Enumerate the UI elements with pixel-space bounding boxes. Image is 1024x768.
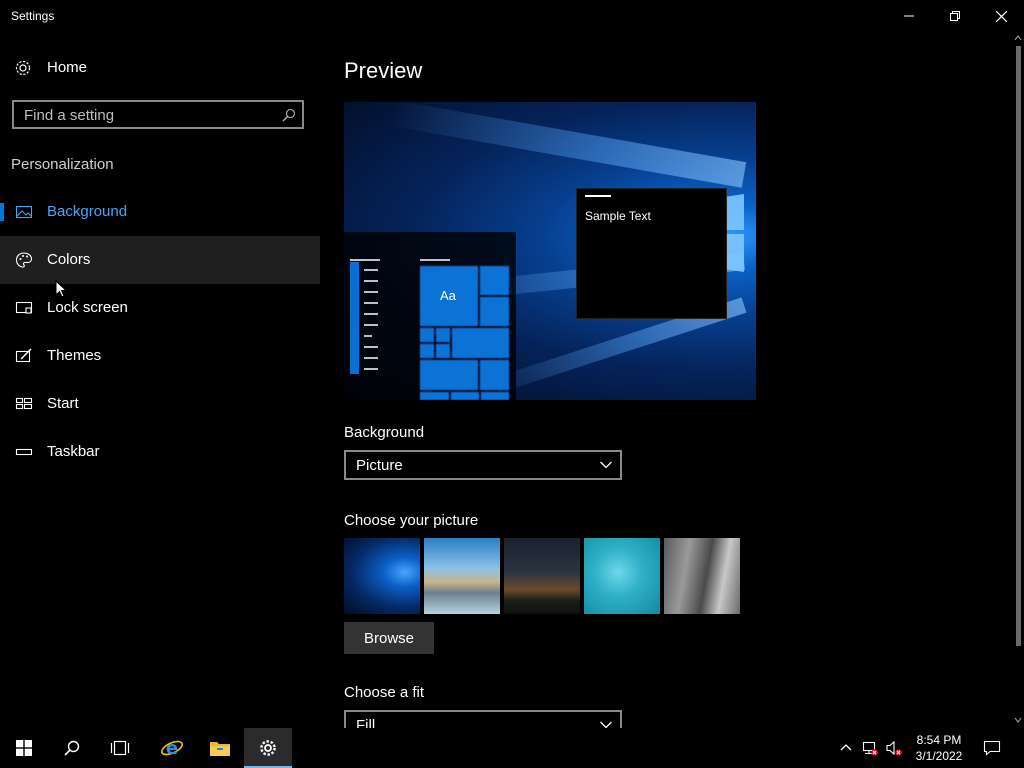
preview-sample-text: Sample Text: [585, 209, 651, 223]
restore-button[interactable]: [932, 0, 978, 32]
sidebar-item-label: Colors: [47, 251, 91, 268]
gear-icon: [15, 60, 31, 76]
search-icon: [64, 740, 80, 756]
browse-button[interactable]: Browse: [344, 622, 434, 654]
themes-icon: [15, 348, 32, 363]
background-preview: Aa Sample Text: [344, 102, 756, 400]
main-content: Preview Aa Sample Text Background Pictur…: [320, 32, 1010, 728]
scrollbar-thumb[interactable]: [1016, 46, 1021, 646]
picture-thumbnail[interactable]: [664, 538, 740, 614]
settings-icon: [260, 740, 276, 756]
background-dropdown-value: Picture: [356, 457, 403, 474]
restore-icon: [950, 11, 960, 21]
volume-muted-icon[interactable]: [886, 740, 902, 756]
search-button[interactable]: [48, 728, 96, 768]
title-bar: Settings: [0, 0, 1024, 32]
background-label: Background: [344, 424, 425, 441]
picture-thumbnail[interactable]: [344, 538, 420, 614]
picture-thumbnail[interactable]: [424, 538, 500, 614]
lock-screen-icon: [15, 301, 33, 314]
sidebar-item-label: Background: [47, 203, 128, 220]
sidebar-item-label: Start: [47, 395, 79, 412]
background-dropdown[interactable]: Picture: [344, 450, 622, 480]
taskbar-icon: [15, 448, 33, 456]
chevron-up-icon[interactable]: [838, 740, 854, 756]
action-center-icon[interactable]: [983, 739, 1001, 757]
home-link[interactable]: Home: [0, 52, 320, 84]
sidebar-item-label: Themes: [47, 347, 102, 364]
mouse-cursor-icon: [55, 280, 67, 298]
network-icon[interactable]: [862, 740, 878, 756]
scrollbar[interactable]: [1012, 32, 1024, 728]
minimize-button[interactable]: [886, 0, 932, 32]
sidebar-item-colors[interactable]: Colors: [0, 236, 320, 284]
preview-start-menu: Aa: [344, 232, 516, 400]
chevron-down-icon: [600, 461, 612, 469]
sidebar-item-start[interactable]: Start: [0, 380, 320, 428]
fit-dropdown-value: Fill: [356, 717, 376, 728]
clock-date: 3/1/2022: [915, 749, 963, 763]
internet-explorer-button[interactable]: e: [148, 728, 196, 768]
task-view-button[interactable]: [96, 728, 144, 768]
start-icon: [15, 397, 33, 410]
file-explorer-icon: [210, 742, 230, 756]
preview-start-tiles: [350, 259, 510, 400]
settings-taskbar-button[interactable]: [244, 728, 292, 768]
file-explorer-button[interactable]: [196, 728, 244, 768]
sidebar-item-label: Taskbar: [47, 443, 100, 460]
preview-window: Sample Text: [576, 188, 727, 319]
search-input[interactable]: Find a setting: [12, 100, 304, 129]
start-button[interactable]: [0, 728, 48, 768]
clock-time: 8:54 PM: [916, 733, 962, 747]
palette-icon: [15, 252, 33, 268]
svg-text:e: e: [166, 738, 178, 759]
window-title: Settings: [11, 9, 55, 23]
taskbar: e 8:54 PM 3/1/2022: [0, 728, 1024, 768]
picture-thumbnail[interactable]: [504, 538, 580, 614]
sidebar-item-label: Lock screen: [47, 299, 128, 316]
sidebar-item-themes[interactable]: Themes: [0, 332, 320, 380]
page-title: Preview: [344, 58, 423, 83]
close-button[interactable]: [978, 0, 1024, 32]
internet-explorer-icon: e: [161, 738, 183, 759]
preview-tile-text: Aa: [440, 288, 456, 303]
chevron-down-icon: [600, 721, 612, 728]
close-icon: [995, 10, 1007, 22]
taskbar-clock[interactable]: 8:54 PM 3/1/2022: [907, 732, 971, 764]
sidebar-item-lock-screen[interactable]: Lock screen: [0, 284, 320, 332]
sidebar-item-background[interactable]: Background: [0, 188, 320, 236]
scroll-down-icon[interactable]: [1014, 716, 1022, 724]
selection-indicator: [0, 203, 4, 221]
section-title: Personalization: [11, 156, 114, 173]
picture-icon: [15, 205, 33, 219]
home-label: Home: [47, 59, 88, 76]
sidebar: Home Find a setting Personalization Back…: [0, 32, 320, 728]
choose-picture-label: Choose your picture: [344, 512, 479, 529]
fit-dropdown[interactable]: Fill: [344, 710, 622, 728]
scroll-up-icon[interactable]: [1014, 34, 1022, 42]
minimize-icon: [904, 15, 914, 17]
search-placeholder: Find a setting: [24, 107, 115, 124]
choose-fit-label: Choose a fit: [344, 684, 425, 701]
start-icon: [16, 740, 32, 756]
task-view-icon: [110, 740, 130, 756]
search-icon: [282, 108, 296, 122]
picture-thumbnail[interactable]: [584, 538, 660, 614]
sidebar-item-taskbar[interactable]: Taskbar: [0, 428, 320, 476]
